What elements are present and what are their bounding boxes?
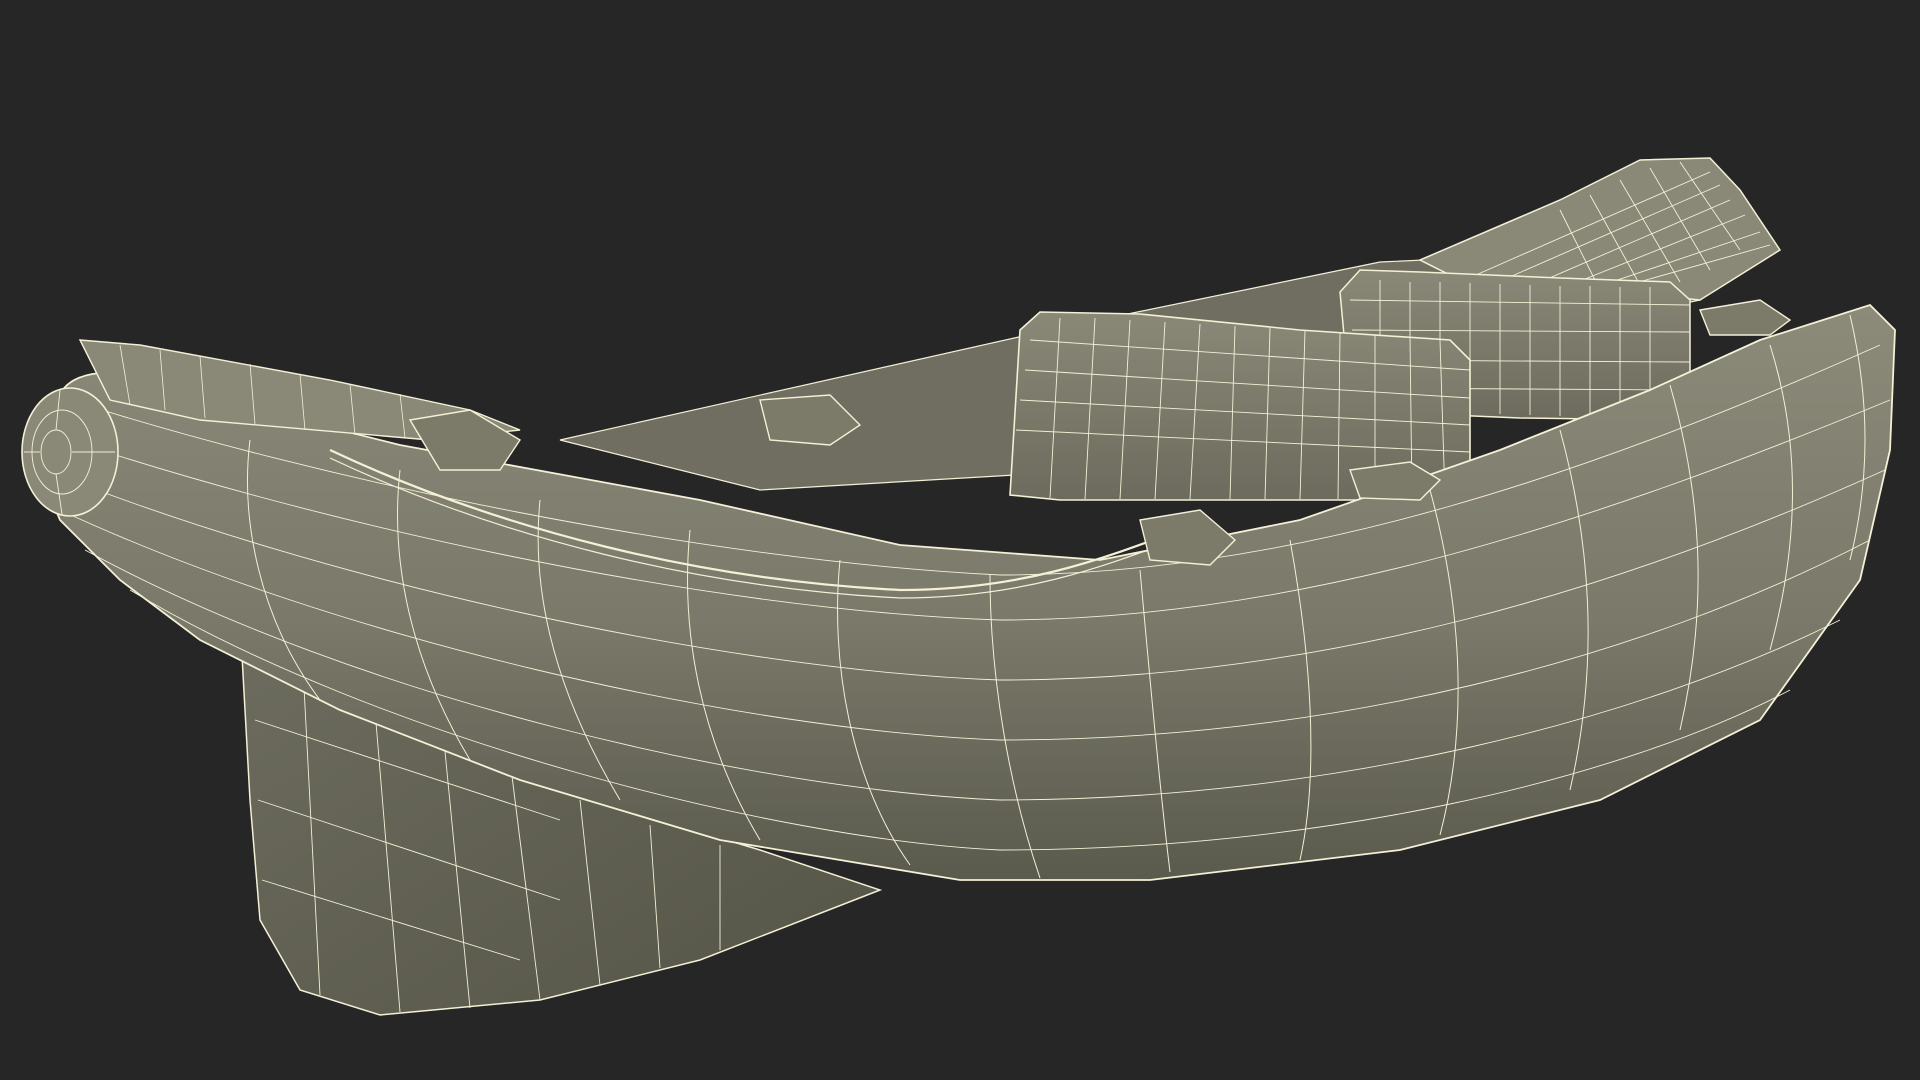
render-viewport xyxy=(0,0,1920,1080)
kayak-render xyxy=(21,157,1896,1016)
